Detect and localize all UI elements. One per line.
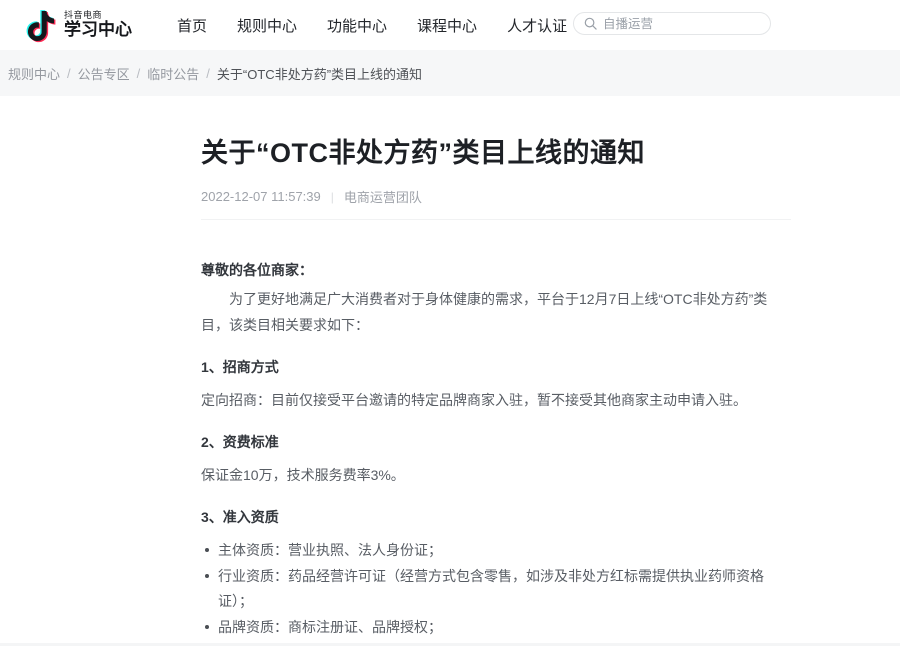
section-title-recruitment: 1、招商方式 [201, 354, 791, 380]
breadcrumb-rules[interactable]: 规则中心 [8, 64, 60, 83]
greeting-line: 尊敬的各位商家： [201, 257, 791, 283]
title-divider [201, 219, 791, 220]
list-item-entity-qualification: 主体资质：营业执照、法人身份证； [201, 538, 791, 563]
section-title-qualifications: 3、准入资质 [201, 504, 791, 530]
meta-divider: | [331, 190, 334, 204]
search-box[interactable] [573, 12, 771, 35]
breadcrumb: 规则中心 / 公告专区 / 临时公告 / 关于“OTC非处方药”类目上线的通知 [0, 50, 900, 96]
nav-item-talent[interactable]: 人才认证 [507, 15, 567, 36]
search-icon [584, 17, 597, 30]
section-title-fees: 2、资费标准 [201, 429, 791, 455]
breadcrumb-separator: / [206, 66, 210, 81]
article-meta: 2022-12-07 11:57:39 | 电商运营团队 [201, 187, 791, 206]
nav-item-courses[interactable]: 课程中心 [417, 15, 477, 36]
top-navbar: 抖音电商 学习中心 首页 规则中心 功能中心 课程中心 人才认证 生态伙伴 [0, 0, 900, 50]
breadcrumb-separator: / [67, 66, 71, 81]
list-item-industry-qualification: 行业资质：药品经营许可证（经营方式包含零售，如涉及非处方红标需提供执业药师资格证… [201, 564, 791, 614]
breadcrumb-current-page: 关于“OTC非处方药”类目上线的通知 [217, 64, 422, 83]
section-body-fees: 保证金10万，技术服务费率3%。 [201, 462, 791, 488]
page-title: 关于“OTC非处方药”类目上线的通知 [201, 131, 791, 170]
qualification-list: 主体资质：营业执照、法人身份证； 行业资质：药品经营许可证（经营方式包含零售，如… [201, 538, 791, 646]
nav-item-home[interactable]: 首页 [177, 15, 207, 36]
nav-item-features[interactable]: 功能中心 [327, 15, 387, 36]
author-name: 电商运营团队 [344, 187, 422, 206]
breadcrumb-announcements[interactable]: 公告专区 [78, 64, 130, 83]
publish-timestamp: 2022-12-07 11:57:39 [201, 189, 321, 204]
search-input[interactable] [603, 17, 760, 31]
article: 关于“OTC非处方药”类目上线的通知 2022-12-07 11:57:39 |… [201, 96, 791, 646]
list-item-brand-qualification: 品牌资质：商标注册证、品牌授权； [201, 615, 791, 640]
site-logo[interactable]: 抖音电商 学习中心 [26, 8, 132, 42]
intro-paragraph: 为了更好地满足广大消费者对于身体健康的需求，平台于12月7日上线“OTC非处方药… [201, 286, 791, 338]
douyin-note-icon [26, 9, 56, 43]
section-body-recruitment: 定向招商：目前仅接受平台邀请的特定品牌商家入驻，暂不接受其他商家主动申请入驻。 [201, 387, 791, 413]
breadcrumb-separator: / [137, 66, 141, 81]
breadcrumb-temp-notices[interactable]: 临时公告 [147, 64, 199, 83]
logo-brand-large: 学习中心 [64, 21, 132, 40]
logo-wordmark: 抖音电商 学习中心 [64, 11, 132, 40]
article-body: 尊敬的各位商家： 为了更好地满足广大消费者对于身体健康的需求，平台于12月7日上… [201, 257, 791, 646]
nav-item-rules[interactable]: 规则中心 [237, 15, 297, 36]
